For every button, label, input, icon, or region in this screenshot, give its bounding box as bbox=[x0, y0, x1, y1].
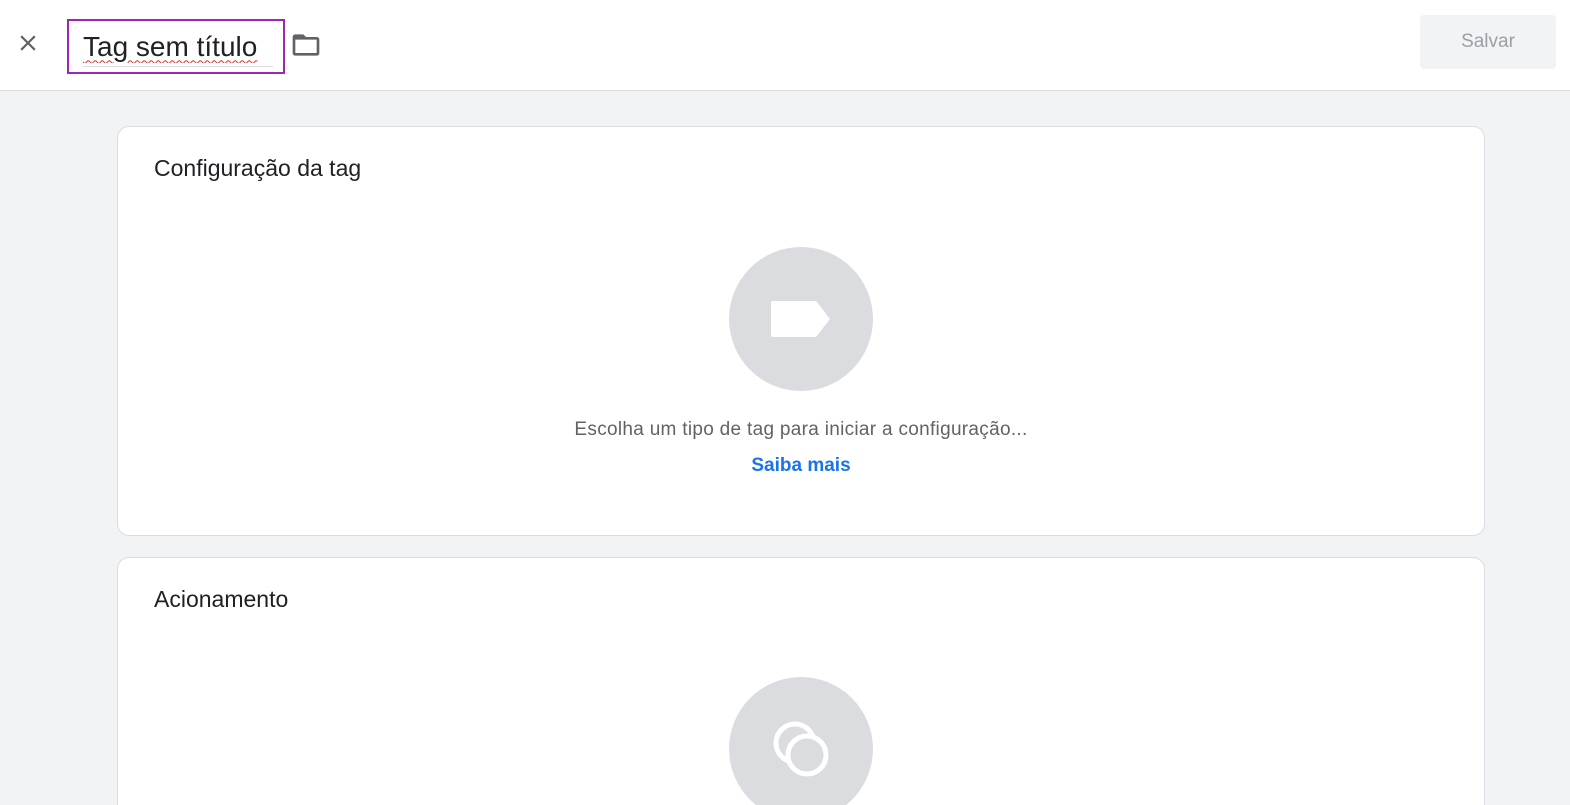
tag-name-input[interactable] bbox=[83, 27, 273, 67]
triggering-card: Acionamento bbox=[117, 557, 1485, 805]
tag-configuration-card: Configuração da tag Escolha um tipo de t… bbox=[117, 126, 1485, 536]
folder-icon bbox=[292, 34, 320, 56]
choose-tag-type-button[interactable] bbox=[729, 247, 873, 391]
card-title: Configuração da tag bbox=[154, 155, 362, 181]
tag-type-hint: Escolha um tipo de tag para iniciar a co… bbox=[574, 419, 1028, 440]
close-button[interactable] bbox=[8, 23, 48, 63]
choose-trigger-button[interactable] bbox=[729, 677, 873, 805]
folder-button[interactable] bbox=[288, 27, 324, 63]
close-icon bbox=[20, 35, 36, 51]
card-title: Acionamento bbox=[154, 586, 289, 612]
tag-icon bbox=[771, 301, 830, 337]
title-focus-box bbox=[67, 19, 285, 74]
learn-more-link[interactable]: Saiba mais bbox=[118, 455, 1484, 477]
save-button[interactable]: Salvar bbox=[1420, 15, 1556, 69]
trigger-icon bbox=[773, 721, 829, 777]
top-bar: Salvar bbox=[0, 0, 1570, 91]
